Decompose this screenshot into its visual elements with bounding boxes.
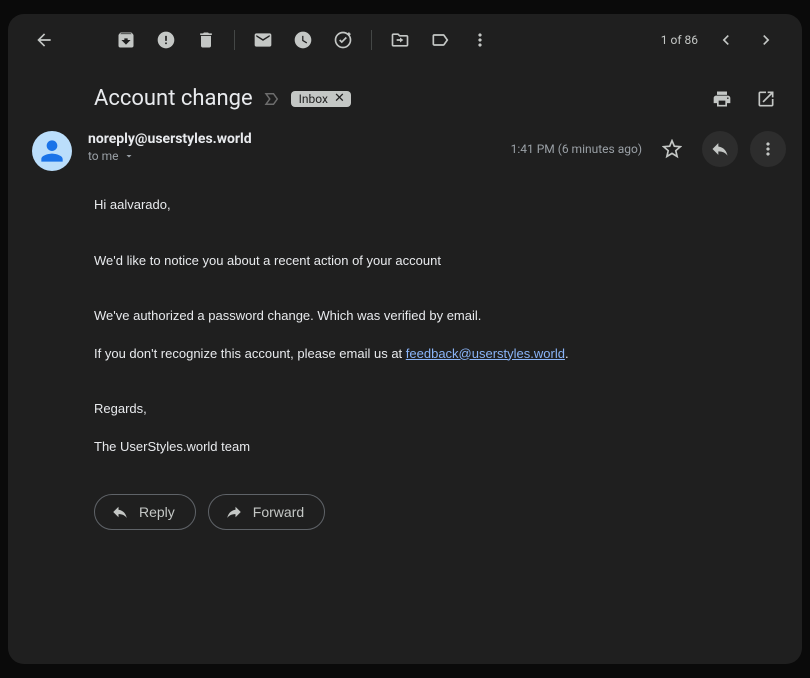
body-team: The UserStyles.world team bbox=[94, 437, 742, 457]
header-row: noreply@userstyles.world to me 1:41 PM (… bbox=[8, 119, 802, 171]
add-task-icon[interactable] bbox=[323, 20, 363, 60]
chevron-down-icon bbox=[123, 150, 135, 162]
subject-row: Account change Inbox ✕ bbox=[8, 66, 802, 119]
actions-row: Reply Forward bbox=[8, 474, 802, 530]
body-regards: Regards, bbox=[94, 399, 742, 419]
open-new-window-icon[interactable] bbox=[746, 79, 786, 119]
toolbar: 1 of 86 bbox=[8, 14, 802, 66]
label-text: Inbox bbox=[299, 92, 328, 106]
body-line1: We'd like to notice you about a recent a… bbox=[94, 251, 742, 271]
more-icon[interactable] bbox=[460, 20, 500, 60]
important-icon[interactable] bbox=[263, 90, 281, 108]
spam-icon[interactable] bbox=[146, 20, 186, 60]
prev-icon[interactable] bbox=[706, 20, 746, 60]
email-body: Hi aalvarado, We'd like to notice you ab… bbox=[8, 171, 802, 456]
reply-icon bbox=[111, 503, 129, 521]
avatar[interactable] bbox=[32, 131, 72, 171]
delete-icon[interactable] bbox=[186, 20, 226, 60]
to-line[interactable]: to me bbox=[88, 149, 495, 163]
message-more-icon[interactable] bbox=[750, 131, 786, 167]
reply-icon[interactable] bbox=[702, 131, 738, 167]
subject-title: Account change bbox=[94, 86, 253, 111]
snooze-icon[interactable] bbox=[283, 20, 323, 60]
remove-label-icon[interactable]: ✕ bbox=[332, 92, 347, 105]
label-chip[interactable]: Inbox ✕ bbox=[291, 91, 351, 107]
sender-name: noreply@userstyles.world bbox=[88, 131, 495, 147]
body-line3: If you don't recognize this account, ple… bbox=[94, 344, 742, 364]
email-view: 1 of 86 Account change Inbox ✕ bbox=[8, 14, 802, 664]
back-icon[interactable] bbox=[24, 20, 64, 60]
message-counter: 1 of 86 bbox=[661, 33, 698, 47]
forward-button[interactable]: Forward bbox=[208, 494, 325, 530]
separator bbox=[371, 30, 372, 50]
reply-button[interactable]: Reply bbox=[94, 494, 196, 530]
body-greeting: Hi aalvarado, bbox=[94, 195, 742, 215]
print-icon[interactable] bbox=[702, 79, 742, 119]
separator bbox=[234, 30, 235, 50]
sender-block: noreply@userstyles.world to me bbox=[88, 131, 495, 163]
next-icon[interactable] bbox=[746, 20, 786, 60]
star-icon[interactable] bbox=[654, 131, 690, 167]
timestamp: 1:41 PM (6 minutes ago) bbox=[511, 142, 642, 156]
move-to-icon[interactable] bbox=[380, 20, 420, 60]
forward-icon bbox=[225, 503, 243, 521]
labels-icon[interactable] bbox=[420, 20, 460, 60]
feedback-link[interactable]: feedback@userstyles.world bbox=[406, 346, 565, 361]
meta: 1:41 PM (6 minutes ago) bbox=[511, 131, 786, 167]
body-line2: We've authorized a password change. Whic… bbox=[94, 306, 742, 326]
archive-icon[interactable] bbox=[106, 20, 146, 60]
mark-unread-icon[interactable] bbox=[243, 20, 283, 60]
